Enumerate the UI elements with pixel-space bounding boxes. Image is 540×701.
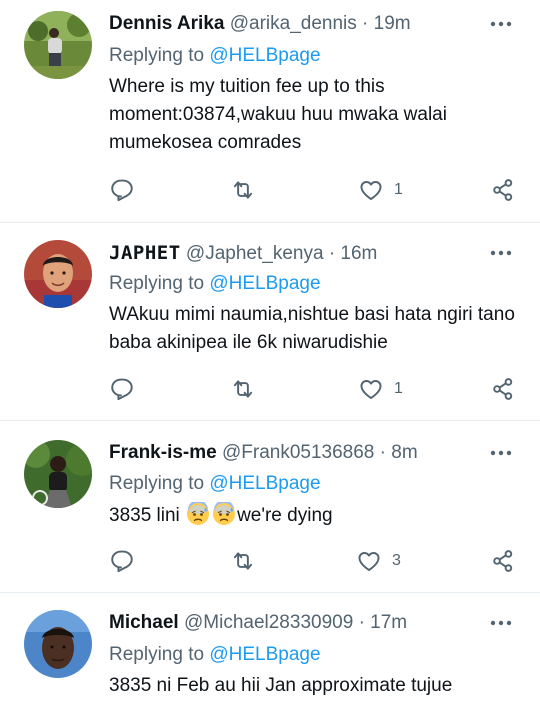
tweet-item[interactable]: Dennis Arika @arika_dennis · 19m Replyin… xyxy=(0,0,540,223)
like-count: 3 xyxy=(392,552,401,569)
anxious-face-icon xyxy=(212,502,236,526)
action-bar: 3 xyxy=(109,546,519,576)
reply-button[interactable] xyxy=(109,374,145,404)
display-name[interactable]: JAPHET xyxy=(109,242,181,264)
mention-link[interactable]: @HELBpage xyxy=(209,644,320,665)
tweet-header: Dennis Arika @arika_dennis · 19m xyxy=(109,12,480,36)
username[interactable]: @Frank05136868 xyxy=(222,442,374,463)
tweet-text: 3835 lini we're dying xyxy=(109,502,526,530)
meta-separator: · xyxy=(328,243,336,264)
more-options-button[interactable] xyxy=(488,243,514,263)
tweet-text-start: 3835 lini xyxy=(109,505,180,526)
tweet-text-end: we're dying xyxy=(237,505,333,526)
more-options-button[interactable] xyxy=(488,443,514,463)
like-count: 1 xyxy=(394,380,403,397)
retweet-icon xyxy=(230,376,256,402)
meta-separator: · xyxy=(379,442,386,463)
reply-icon xyxy=(109,376,135,402)
tweet-header: JAPHET @Japhet_kenya · 16m xyxy=(109,241,480,266)
replying-to-label: Replying to xyxy=(109,473,205,494)
tweet-text: WAkuu mimi naumia,nishtue basi hata ngir… xyxy=(109,304,515,353)
retweet-icon xyxy=(230,548,256,574)
replying-to: Replying to @HELBpage xyxy=(109,272,321,296)
meta-separator: · xyxy=(362,13,369,34)
tweet-item[interactable]: Frank-is-me @Frank05136868 · 8m Replying… xyxy=(0,420,540,593)
like-button[interactable]: 1 xyxy=(358,175,403,205)
like-count: 1 xyxy=(394,181,403,198)
avatar[interactable] xyxy=(24,440,92,508)
retweet-button[interactable] xyxy=(230,546,266,576)
avatar[interactable] xyxy=(24,11,92,79)
avatar[interactable] xyxy=(24,610,92,678)
username[interactable]: @arika_dennis xyxy=(230,13,357,34)
tweet-header: Michael @Michael28330909 · 17m xyxy=(109,611,480,635)
tweet-text: 3835 ni Feb au hii Jan approximate tujue xyxy=(109,675,453,696)
like-button[interactable]: 1 xyxy=(358,374,403,404)
tweet-item[interactable]: Michael @Michael28330909 · 17m Replying … xyxy=(0,592,540,701)
tweet-item[interactable]: JAPHET @Japhet_kenya · 16m Replying to @… xyxy=(0,222,540,421)
reply-icon xyxy=(109,548,135,574)
share-icon xyxy=(490,548,516,574)
tweet-text: Where is my tuition fee up to this momen… xyxy=(109,76,447,153)
display-name[interactable]: Dennis Arika xyxy=(109,13,224,34)
share-button[interactable] xyxy=(490,546,516,576)
avatar[interactable] xyxy=(24,240,92,308)
like-button[interactable]: 3 xyxy=(356,546,401,576)
timestamp[interactable]: 17m xyxy=(370,612,407,633)
more-options-button[interactable] xyxy=(488,14,514,34)
like-icon xyxy=(358,177,384,203)
mention-link[interactable]: @HELBpage xyxy=(209,45,320,66)
display-name[interactable]: Frank-is-me xyxy=(109,442,217,463)
share-icon xyxy=(490,177,516,203)
replying-to-label: Replying to xyxy=(109,273,205,294)
anxious-face-icon xyxy=(186,502,210,526)
mention-link[interactable]: @HELBpage xyxy=(209,473,320,494)
tweet-header: Frank-is-me @Frank05136868 · 8m xyxy=(109,441,480,465)
username[interactable]: @Michael28330909 xyxy=(184,612,353,633)
more-icon xyxy=(488,443,514,463)
timestamp[interactable]: 8m xyxy=(391,442,417,463)
replying-to: Replying to @HELBpage xyxy=(109,472,321,496)
timestamp[interactable]: 19m xyxy=(374,13,411,34)
retweet-button[interactable] xyxy=(230,374,266,404)
share-button[interactable] xyxy=(490,374,516,404)
like-icon xyxy=(356,548,382,574)
timestamp[interactable]: 16m xyxy=(340,243,377,264)
more-icon xyxy=(488,613,514,633)
like-icon xyxy=(358,376,384,402)
reply-icon xyxy=(109,177,135,203)
replying-to: Replying to @HELBpage xyxy=(109,643,321,667)
mention-link[interactable]: @HELBpage xyxy=(209,273,320,294)
meta-separator: · xyxy=(358,612,365,633)
action-bar: 1 xyxy=(109,175,519,205)
action-bar: 1 xyxy=(109,374,519,404)
replying-to-label: Replying to xyxy=(109,644,205,665)
retweet-button[interactable] xyxy=(230,175,266,205)
username[interactable]: @Japhet_kenya xyxy=(186,243,324,264)
more-icon xyxy=(488,243,514,263)
replying-to: Replying to @HELBpage xyxy=(109,44,321,68)
display-name[interactable]: Michael xyxy=(109,612,179,633)
replying-to-label: Replying to xyxy=(109,45,205,66)
more-icon xyxy=(488,14,514,34)
retweet-icon xyxy=(230,177,256,203)
share-button[interactable] xyxy=(490,175,516,205)
reply-button[interactable] xyxy=(109,546,145,576)
share-icon xyxy=(490,376,516,402)
reply-button[interactable] xyxy=(109,175,145,205)
more-options-button[interactable] xyxy=(488,613,514,633)
